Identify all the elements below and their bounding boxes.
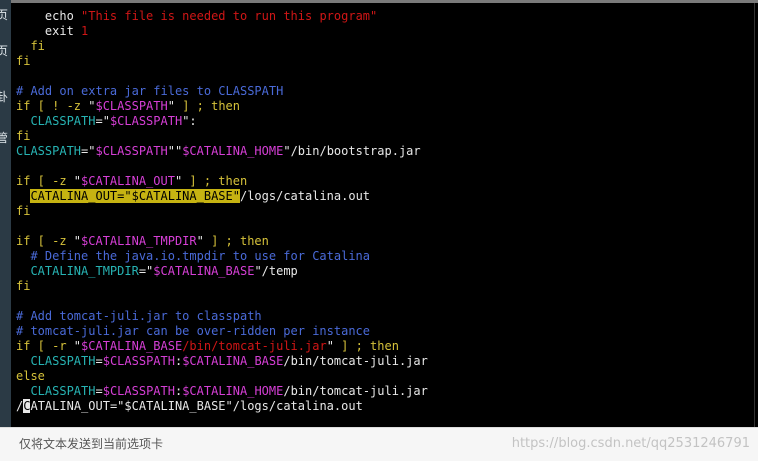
code-token: /bin/tomcat-juli.jar bbox=[283, 384, 428, 398]
code-line: if [ -r "$CATALINA_BASE/bin/tomcat-juli.… bbox=[16, 339, 428, 354]
code-token: # Define the java.io.tmpdir to use for C… bbox=[16, 249, 371, 263]
left-panel-char: 卦 bbox=[0, 90, 9, 104]
code-line: exit 1 bbox=[16, 24, 428, 39]
code-token: $CLASSPATH bbox=[95, 144, 168, 158]
code-line: if [ ! -z "$CLASSPATH" ] ; then bbox=[16, 99, 428, 114]
code-line: # tomcat-juli.jar can be over-ridden per… bbox=[16, 324, 428, 339]
code-token: =" bbox=[81, 144, 96, 158]
left-panel-char: 页 bbox=[0, 8, 9, 22]
code-token: " bbox=[196, 234, 204, 248]
code-line: # Add on extra jar files to CLASSPATH bbox=[16, 84, 428, 99]
code-token: $CATALINA_OUT bbox=[81, 174, 175, 188]
code-line: CLASSPATH=$CLASSPATH:$CATALINA_BASE/bin/… bbox=[16, 354, 428, 369]
code-token: fi bbox=[16, 279, 31, 293]
code-token: CLASSPATH bbox=[16, 354, 96, 368]
left-panel-char: 页 bbox=[0, 44, 9, 58]
code-token: # Add on extra jar files to CLASSPATH bbox=[16, 84, 284, 98]
code-token: # tomcat-juli.jar can be over-ridden per… bbox=[16, 324, 371, 338]
code-line: CLASSPATH="$CLASSPATH""$CATALINA_HOME"/b… bbox=[16, 144, 428, 159]
code-token: $CATALINA_BASE bbox=[81, 339, 183, 353]
code-token: ] ; then bbox=[182, 174, 248, 188]
code-token: CLASSPATH bbox=[16, 144, 82, 158]
code-line: CATALINA_TMPDIR="$CATALINA_BASE"/temp bbox=[16, 264, 428, 279]
code-token: $CATALINA_BASE bbox=[182, 354, 284, 368]
code-token: 1 bbox=[81, 24, 89, 38]
code-token: "/temp bbox=[254, 264, 298, 278]
code-token: fi bbox=[16, 129, 31, 143]
code-line: fi bbox=[16, 39, 428, 54]
code-token: CLASSPATH bbox=[16, 114, 96, 128]
code-line: CATALINA_OUT="$CATALINA_BASE"/logs/catal… bbox=[16, 189, 428, 204]
code-token: "" bbox=[167, 144, 183, 158]
code-token: ] ; then bbox=[333, 339, 399, 353]
code-token: /logs/catalina.out bbox=[239, 189, 371, 203]
code-token: $CATALINA_HOME bbox=[182, 144, 284, 158]
code-token: ] ; then bbox=[174, 99, 240, 113]
code-token: exit bbox=[16, 24, 82, 38]
code-token: $CLASSPATH bbox=[95, 99, 168, 113]
code-token: /bin/tomcat-juli.jar bbox=[182, 339, 327, 353]
code-line: if [ -z "$CATALINA_TMPDIR" ] ; then bbox=[16, 234, 428, 249]
code-token: fi bbox=[16, 54, 31, 68]
left-side-panel: 页 页 卦 管 bbox=[0, 0, 11, 427]
code-token: "/bin/bootstrap.jar bbox=[283, 144, 421, 158]
status-bar: 仅将文本发送到当前选项卡 https://blog.csdn.net/qq253… bbox=[0, 427, 758, 461]
code-token: CLASSPATH bbox=[16, 384, 96, 398]
code-line: fi bbox=[16, 54, 428, 69]
code-token: " bbox=[167, 99, 175, 113]
code-token: CATALINA_OUT="$CATALINA_BASE" bbox=[30, 189, 240, 203]
code-token: $CATALINA_TMPDIR bbox=[81, 234, 197, 248]
code-token: "This file is needed to run this program… bbox=[81, 9, 378, 23]
code-token: ATALINA_OUT="$CATALINA_BASE"/logs/catali… bbox=[30, 399, 363, 413]
send-to-current-tab-status[interactable]: 仅将文本发送到当前选项卡 bbox=[19, 435, 163, 452]
code-line: echo "This file is needed to run this pr… bbox=[16, 9, 428, 24]
code-line: CLASSPATH=$CLASSPATH:$CATALINA_HOME/bin/… bbox=[16, 384, 428, 399]
code-line: else bbox=[16, 369, 428, 384]
terminal-text: echo "This file is needed to run this pr… bbox=[16, 9, 428, 414]
code-token: if [ ! -z bbox=[16, 99, 89, 113]
code-token: /bin/tomcat-juli.jar bbox=[283, 354, 428, 368]
code-line: fi bbox=[16, 129, 428, 144]
code-token: " bbox=[73, 234, 82, 248]
code-line: fi bbox=[16, 204, 428, 219]
code-line: /CATALINA_OUT="$CATALINA_BASE"/logs/cata… bbox=[16, 399, 428, 414]
code-line: # Add tomcat-juli.jar to classpath bbox=[16, 309, 428, 324]
terminal-pane[interactable]: echo "This file is needed to run this pr… bbox=[11, 3, 754, 427]
code-token: if [ -z bbox=[16, 234, 74, 248]
code-line: fi bbox=[16, 279, 428, 294]
code-token: $CLASSPATH bbox=[102, 384, 175, 398]
left-panel-char: 管 bbox=[0, 131, 9, 145]
code-token: CATALINA_TMPDIR bbox=[16, 264, 139, 278]
code-token: $CLASSPATH bbox=[102, 354, 175, 368]
code-token: # Add tomcat-juli.jar to classpath bbox=[16, 309, 262, 323]
watermark: https://blog.csdn.net/qq2531246791 bbox=[511, 436, 750, 451]
code-token: $CLASSPATH bbox=[109, 114, 183, 128]
code-token: " bbox=[73, 339, 82, 353]
vertical-scrollbar[interactable] bbox=[754, 3, 758, 427]
code-token: echo bbox=[16, 9, 82, 23]
code-token: fi bbox=[16, 204, 31, 218]
code-token: if [ -r bbox=[16, 339, 74, 353]
code-line: if [ -z "$CATALINA_OUT" ] ; then bbox=[16, 174, 428, 189]
code-token: = bbox=[95, 354, 103, 368]
code-line: # Define the java.io.tmpdir to use for C… bbox=[16, 249, 428, 264]
code-token: " bbox=[326, 339, 334, 353]
code-token: " bbox=[73, 174, 82, 188]
code-token: ": bbox=[182, 114, 197, 128]
code-token: =" bbox=[95, 114, 110, 128]
code-token: fi bbox=[16, 39, 45, 53]
code-token: $CATALINA_HOME bbox=[182, 384, 284, 398]
code-token: if [ -z bbox=[16, 174, 74, 188]
code-token: else bbox=[16, 369, 45, 383]
code-line: CLASSPATH="$CLASSPATH": bbox=[16, 114, 428, 129]
code-token: = bbox=[95, 384, 103, 398]
code-token: =" bbox=[138, 264, 154, 278]
code-token: ] ; then bbox=[203, 234, 269, 248]
code-token: $CATALINA_BASE bbox=[153, 264, 255, 278]
